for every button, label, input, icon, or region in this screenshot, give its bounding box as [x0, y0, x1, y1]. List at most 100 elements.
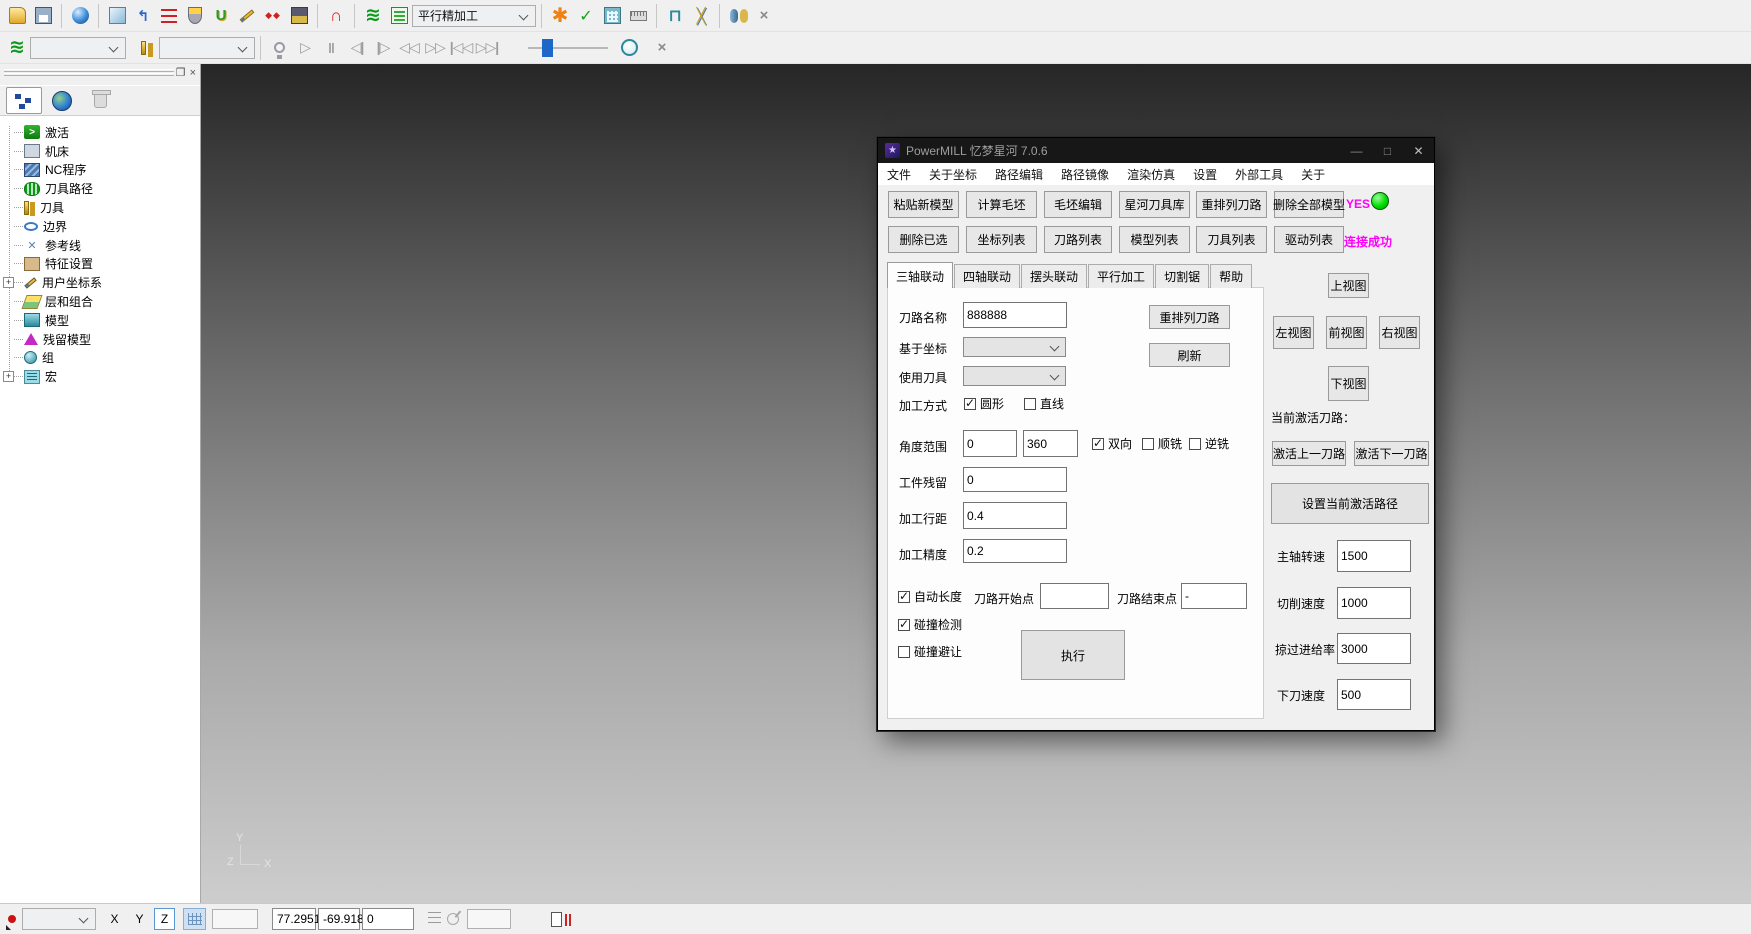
bidirectional-option[interactable]: 双向	[1092, 435, 1132, 452]
delete-selected-button[interactable]: 删除已选	[888, 226, 959, 253]
rewind-button[interactable]: ◁◁	[396, 39, 422, 56]
go-start-button[interactable]: |◁◁	[448, 39, 474, 56]
plunge-feed-input[interactable]	[1337, 679, 1411, 710]
drive-list-button[interactable]: 驱动列表	[1274, 226, 1344, 253]
toolpath-list-icon[interactable]	[387, 4, 411, 28]
toolpath-burst-icon[interactable]: ✱	[548, 4, 572, 28]
tree-item-workplanes[interactable]: +用户坐标系	[0, 273, 200, 292]
toolpath-spring-icon[interactable]: ≋	[5, 36, 29, 60]
expand-icon[interactable]: +	[3, 277, 14, 288]
go-end-button[interactable]: ▷▷|	[474, 39, 500, 56]
tab-saw[interactable]: 切割锯	[1155, 264, 1209, 288]
collision-check-option[interactable]: 碰撞检测	[898, 616, 962, 633]
shaded-view-icon[interactable]	[68, 4, 92, 28]
ball-tool-icon[interactable]	[183, 4, 207, 28]
active-toolpath-dropdown[interactable]: 平行精加工	[412, 5, 536, 27]
tool-library-button[interactable]: 星河刀具库	[1119, 191, 1190, 218]
tab-recycle-bin[interactable]	[82, 87, 118, 114]
u-channel-icon[interactable]: U	[209, 4, 233, 28]
dock-close-icon[interactable]: ×	[190, 68, 196, 79]
edit-stock-button[interactable]: 毛坯编辑	[1044, 191, 1112, 218]
cutting-feed-input[interactable]	[1337, 587, 1411, 619]
climb-option[interactable]: 顺铣	[1142, 435, 1182, 452]
view-right-button[interactable]: 右视图	[1379, 316, 1420, 349]
angle-end-input[interactable]	[1023, 430, 1078, 457]
status-dropdown[interactable]	[22, 908, 96, 930]
collision-avoid-checkbox[interactable]	[898, 646, 910, 658]
toolbar-close-icon[interactable]: ×	[650, 36, 674, 60]
slider-handle[interactable]	[542, 39, 553, 57]
ruler-icon[interactable]	[626, 4, 650, 28]
clamp-icon[interactable]: ⊓	[663, 4, 687, 28]
sim-speed-slider[interactable]	[528, 38, 608, 58]
tab-explorer-tree[interactable]	[6, 87, 42, 114]
menu-path-edit[interactable]: 路径编辑	[986, 166, 1052, 183]
tree-item-machine[interactable]: 机床	[0, 142, 200, 161]
toolpath-spring-icon[interactable]: ≋	[361, 4, 385, 28]
tool-check-icon[interactable]: ✓	[574, 4, 598, 28]
rearrange-button[interactable]: 重排列刀路	[1149, 305, 1230, 329]
menu-file[interactable]: 文件	[878, 166, 920, 183]
set-active-path-button[interactable]: 设置当前激活路径	[1271, 483, 1429, 524]
sim-toolpath-dropdown[interactable]	[30, 37, 126, 59]
collision-check-checkbox[interactable]	[898, 619, 910, 631]
toolbar-close-icon[interactable]: ×	[752, 4, 776, 28]
activate-next-button[interactable]: 激活下一刀路	[1354, 441, 1429, 466]
menu-coords[interactable]: 关于坐标	[920, 166, 986, 183]
tree-item-nc-program[interactable]: NC程序	[0, 161, 200, 180]
menu-about[interactable]: 关于	[1292, 166, 1334, 183]
toolpath-pattern-icon[interactable]: ↰	[131, 4, 155, 28]
tab-parallel[interactable]: 平行加工	[1088, 264, 1154, 288]
maximize-button[interactable]: □	[1372, 138, 1403, 163]
dock-grip[interactable]: ❐ ×	[0, 64, 200, 85]
transform-axes-icon[interactable]: ╳	[689, 4, 713, 28]
axis-z-button[interactable]: Z	[154, 908, 175, 930]
start-point-input[interactable]	[1040, 583, 1109, 609]
close-button[interactable]: ✕	[1403, 138, 1434, 163]
menu-settings[interactable]: 设置	[1184, 166, 1226, 183]
clock-icon[interactable]	[617, 36, 641, 60]
bidirectional-checkbox[interactable]	[1092, 438, 1104, 450]
line-checkbox[interactable]	[1024, 398, 1036, 410]
rapid-moves-icon[interactable]	[157, 4, 181, 28]
open-file-icon[interactable]	[5, 4, 29, 28]
tree-item-levels-sets[interactable]: 层和组合	[0, 292, 200, 311]
stock-input[interactable]	[963, 467, 1067, 492]
toolpath-name-input[interactable]	[963, 302, 1067, 328]
coord-z-field[interactable]: 0	[362, 908, 414, 930]
mode-line-option[interactable]: 直线	[1024, 395, 1064, 412]
menu-external-tools[interactable]: 外部工具	[1226, 166, 1292, 183]
angle-start-input[interactable]	[963, 430, 1017, 457]
dock-float-icon[interactable]: ❐	[176, 68, 186, 79]
view-top-button[interactable]: 上视图	[1328, 273, 1369, 298]
tree-item-models[interactable]: 模型	[0, 311, 200, 330]
step-back-button[interactable]: ◁|	[344, 39, 370, 56]
tolerance-input[interactable]	[963, 539, 1067, 563]
menu-path-mirror[interactable]: 路径镜像	[1052, 166, 1118, 183]
draw-curve-icon[interactable]	[235, 4, 259, 28]
pick-point-icon[interactable]	[447, 913, 459, 925]
tool-holder-icon[interactable]	[287, 4, 311, 28]
axis-y-button[interactable]: Y	[129, 908, 150, 930]
pick-value-field[interactable]	[467, 909, 511, 929]
tab-viewer-globe[interactable]	[44, 87, 80, 114]
conventional-option[interactable]: 逆铣	[1189, 435, 1229, 452]
stepover-input[interactable]	[963, 502, 1067, 529]
view-bottom-button[interactable]: 下视图	[1328, 366, 1369, 401]
tree-item-patterns[interactable]: ✕参考线	[0, 236, 200, 255]
mode-circle-option[interactable]: 圆形	[964, 395, 1004, 412]
grid-snap-button[interactable]	[183, 908, 206, 930]
skim-feed-input[interactable]	[1337, 633, 1411, 664]
record-dot-icon[interactable]	[8, 915, 16, 923]
auto-length-option[interactable]: 自动长度	[898, 588, 962, 605]
spindle-input[interactable]	[1337, 540, 1411, 572]
lightbulb-icon[interactable]	[267, 36, 291, 60]
tree-item-tools[interactable]: 刀具	[0, 198, 200, 217]
tree-item-groups[interactable]: 组	[0, 349, 200, 368]
clipboard-page-icon[interactable]	[551, 912, 562, 927]
collision-avoid-option[interactable]: 碰撞避让	[898, 643, 962, 660]
create-block-icon[interactable]	[105, 4, 129, 28]
create-points-icon[interactable]: ◆◆	[261, 4, 285, 28]
rearrange-toolpaths-button[interactable]: 重排列刀路	[1196, 191, 1267, 218]
dialog-titlebar[interactable]: ★ PowerMILL 忆梦星河 7.0.6 — □ ✕	[878, 138, 1434, 163]
